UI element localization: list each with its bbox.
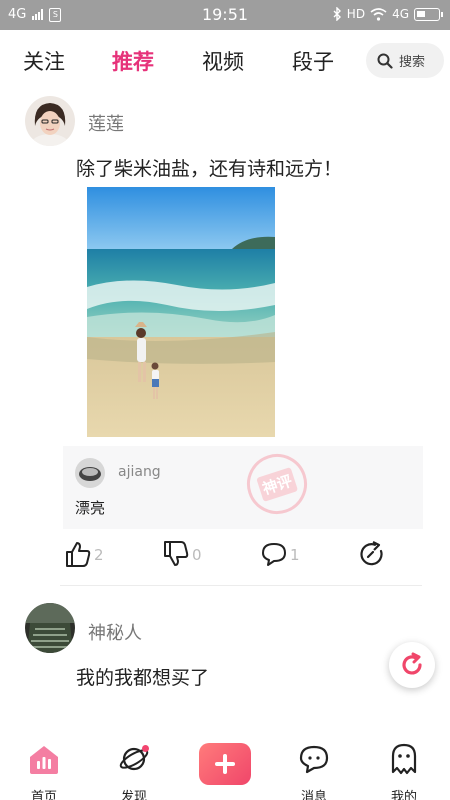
nav-messages[interactable]: 消息	[279, 735, 349, 800]
like-count: 2	[94, 546, 104, 564]
bluetooth-icon	[333, 7, 341, 21]
post-username[interactable]: 神秘人	[88, 619, 142, 645]
network-type-right: 4G	[392, 7, 409, 21]
avatar[interactable]	[25, 96, 75, 146]
nav-discover-label: 发现	[120, 790, 147, 800]
notification-dot	[142, 745, 149, 752]
post-text: 我的我都想买了	[76, 667, 210, 689]
bottom-nav: 首页 发现 消息 我的	[0, 735, 450, 800]
create-post-button[interactable]	[199, 743, 251, 785]
hd-label: HD	[346, 7, 366, 21]
thumbs-up-icon	[66, 542, 91, 567]
refresh-icon	[402, 652, 422, 675]
nav-profile-label: 我的	[390, 790, 417, 800]
tab-follow[interactable]: 关注	[23, 46, 65, 76]
comment-count: 1	[290, 546, 300, 564]
comment-avatar[interactable]	[75, 458, 105, 488]
comment-username[interactable]: ajiang	[118, 464, 161, 480]
comment-text: 漂亮	[75, 499, 106, 517]
chat-icon	[299, 745, 329, 774]
tab-recommended[interactable]: 推荐	[112, 46, 154, 76]
thumbs-down-icon	[164, 541, 189, 566]
dislike-button[interactable]: 0	[162, 540, 202, 568]
avatar[interactable]	[25, 603, 75, 653]
search-label: 搜索	[399, 55, 426, 70]
search-button[interactable]: 搜索	[366, 43, 444, 78]
nav-discover[interactable]: 发现	[99, 735, 169, 800]
post-divider	[60, 585, 422, 586]
ghost-icon	[391, 743, 417, 775]
nav-messages-label: 消息	[300, 790, 327, 800]
home-icon	[30, 746, 58, 774]
nav-home[interactable]: 首页	[9, 735, 79, 800]
status-bar: 4G S 19:51 HD 4G	[0, 0, 450, 30]
battery-icon	[414, 7, 443, 21]
dislike-count: 0	[192, 546, 202, 564]
hot-comment-stamp: 神评	[239, 446, 315, 522]
comment-button[interactable]: 1	[260, 540, 300, 568]
tab-jokes[interactable]: 段子	[292, 46, 334, 76]
post-image-beach[interactable]	[87, 187, 275, 437]
like-button[interactable]: 2	[64, 540, 104, 568]
plus-icon	[215, 754, 235, 774]
nav-home-label: 首页	[30, 790, 57, 800]
post-username[interactable]: 莲莲	[88, 110, 124, 136]
comment-bubble-icon	[262, 543, 286, 566]
search-icon	[377, 53, 393, 69]
wifi-icon	[370, 7, 387, 21]
share-button[interactable]	[358, 540, 386, 568]
post-action-bar: 2 0 1	[60, 540, 422, 580]
refresh-button[interactable]	[389, 642, 435, 688]
share-icon	[360, 541, 383, 566]
post-text: 除了柴米油盐，还有诗和远方！	[76, 158, 343, 180]
top-comment[interactable]: ajiang 漂亮 神评	[63, 446, 423, 529]
tab-video[interactable]: 视频	[202, 46, 244, 76]
nav-profile[interactable]: 我的	[369, 735, 439, 800]
